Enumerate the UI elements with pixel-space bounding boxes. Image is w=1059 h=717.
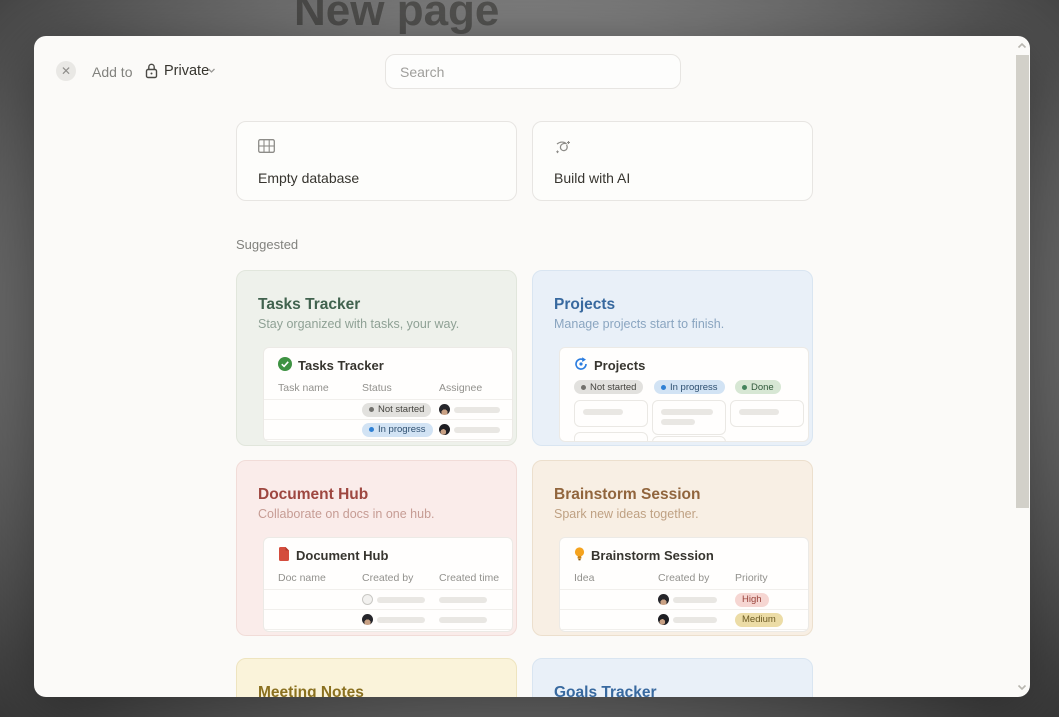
avatar <box>658 614 669 625</box>
table-row <box>264 589 512 609</box>
status-badge: Not started <box>362 403 431 417</box>
board-card <box>574 432 648 442</box>
preview-title: Tasks Tracker <box>298 358 384 373</box>
table-row: High <box>560 589 808 609</box>
template-card-tasks-tracker[interactable]: Tasks Tracker Stay organized with tasks,… <box>236 270 517 446</box>
template-name: Projects <box>554 296 615 314</box>
preview-title: Brainstorm Session <box>591 548 714 563</box>
avatar <box>439 424 450 435</box>
template-name: Tasks Tracker <box>258 296 360 314</box>
table-row <box>264 629 512 632</box>
board-group-badge: In progress <box>654 380 725 394</box>
search-input[interactable] <box>385 54 681 89</box>
cycle-icon <box>574 357 588 374</box>
ai-sparkle-icon <box>554 139 572 160</box>
avatar <box>362 614 373 625</box>
document-icon <box>278 547 290 564</box>
template-card-document-hub[interactable]: Document Hub Collaborate on docs in one … <box>236 460 517 636</box>
table-row: Medium <box>560 609 808 629</box>
board-group-badge: Done <box>735 380 781 394</box>
table-row <box>264 609 512 629</box>
scroll-up-arrow[interactable] <box>1017 41 1027 51</box>
template-desc: Manage projects start to finish. <box>554 317 724 331</box>
privacy-selector[interactable]: Private <box>164 63 209 79</box>
avatar <box>658 594 669 605</box>
template-desc: Spark new ideas together. <box>554 507 699 521</box>
preview-title: Document Hub <box>296 548 388 563</box>
lock-icon <box>144 62 159 80</box>
priority-badge: High <box>735 593 769 607</box>
template-card-brainstorm-session[interactable]: Brainstorm Session Spark new ideas toget… <box>532 460 813 636</box>
table-row: Not started <box>264 399 512 419</box>
avatar <box>439 404 450 415</box>
chevron-down-icon[interactable] <box>207 66 216 75</box>
priority-badge: Medium <box>735 613 783 627</box>
add-to-modal: ✕ Add to Private Empty database <box>34 36 1030 697</box>
status-badge: In progress <box>362 423 433 437</box>
column-headers: Idea Created by Priority <box>560 564 808 589</box>
template-preview: Tasks Tracker Task name Status Assignee … <box>263 347 513 442</box>
lightbulb-icon <box>574 547 585 564</box>
template-preview: Document Hub Doc name Created by Created… <box>263 537 513 632</box>
board-card <box>652 400 726 435</box>
template-card-goals-tracker[interactable]: Goals Tracker <box>532 658 813 697</box>
template-name: Brainstorm Session <box>554 486 700 504</box>
template-desc: Stay organized with tasks, your way. <box>258 317 459 331</box>
build-with-ai-card[interactable]: Build with AI <box>532 121 813 201</box>
empty-database-label: Empty database <box>258 170 359 186</box>
template-name: Goals Tracker <box>554 684 657 697</box>
avatar <box>362 594 373 605</box>
template-name: Meeting Notes <box>258 684 364 697</box>
template-preview: Brainstorm Session Idea Created by Prior… <box>559 537 809 632</box>
column-headers: Doc name Created by Created time <box>264 564 512 589</box>
suggested-heading: Suggested <box>236 237 298 252</box>
scrollbar-thumb[interactable] <box>1016 55 1029 508</box>
template-desc: Collaborate on docs in one hub. <box>258 507 435 521</box>
column-headers: Task name Status Assignee <box>264 374 512 399</box>
build-with-ai-label: Build with AI <box>554 170 630 186</box>
template-card-meeting-notes[interactable]: Meeting Notes <box>236 658 517 697</box>
board-card <box>652 436 726 442</box>
table-row: Low <box>560 629 808 632</box>
check-circle-icon <box>278 357 292 374</box>
template-card-projects[interactable]: Projects Manage projects start to finish… <box>532 270 813 446</box>
preview-title: Projects <box>594 358 645 373</box>
scroll-down-arrow[interactable] <box>1017 682 1027 692</box>
add-to-label: Add to <box>92 64 132 80</box>
template-name: Document Hub <box>258 486 368 504</box>
table-row: Done <box>264 439 512 442</box>
template-preview: Projects Not started In progress Done <box>559 347 809 442</box>
close-icon: ✕ <box>61 64 71 78</box>
board-group-badge: Not started <box>574 380 643 394</box>
table-icon <box>258 139 275 158</box>
empty-database-card[interactable]: Empty database <box>236 121 517 201</box>
close-button[interactable]: ✕ <box>56 61 76 81</box>
board-card <box>730 400 804 427</box>
table-row: In progress <box>264 419 512 439</box>
board-card <box>574 400 648 427</box>
